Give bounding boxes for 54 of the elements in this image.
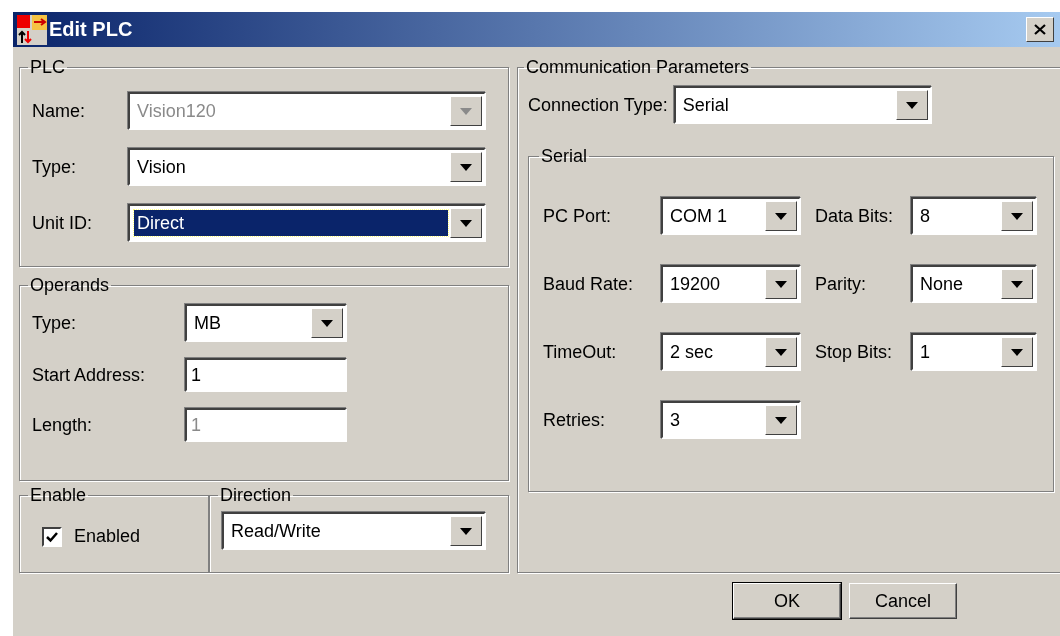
dropdown[interactable]: COM 1 — [661, 197, 801, 235]
caret-icon — [775, 280, 787, 288]
group-title: Communication Parameters — [525, 57, 751, 78]
dropdown[interactable]: None — [911, 265, 1037, 303]
field-label: Connection Type: — [528, 94, 668, 116]
dropdown[interactable]: 8 — [911, 197, 1037, 235]
field-label: Data Bits: — [815, 205, 895, 227]
caret-icon — [321, 319, 333, 327]
field-label: Retries: — [543, 409, 606, 431]
caret-icon — [460, 527, 472, 535]
caret-icon — [460, 107, 472, 115]
field-label: TimeOut: — [543, 341, 618, 363]
dropdown[interactable]: Direct — [128, 204, 486, 242]
close-button[interactable] — [1026, 17, 1054, 42]
caret-icon — [775, 416, 787, 424]
window-title: Edit PLC — [49, 18, 134, 41]
caret-icon — [775, 212, 787, 220]
field-label: PC Port: — [543, 205, 613, 227]
caret-icon — [460, 219, 472, 227]
checkbox[interactable] — [42, 526, 62, 547]
caret-icon — [460, 163, 472, 171]
caret-icon — [775, 348, 787, 356]
group-title: PLC — [29, 57, 66, 78]
field-label: Type: — [32, 312, 78, 334]
caret-icon — [1011, 280, 1023, 288]
group-title: Operands — [29, 275, 111, 296]
text-field[interactable]: 1 — [185, 358, 347, 392]
caret-icon — [1011, 348, 1023, 356]
group-title: Direction — [219, 485, 293, 506]
dropdown[interactable]: 1 — [911, 333, 1037, 371]
field-label: Start Address: — [32, 364, 147, 386]
dropdown[interactable]: 19200 — [661, 265, 801, 303]
group-title: Enable — [29, 485, 88, 506]
dropdown[interactable]: 3 — [661, 401, 801, 439]
dialog-button[interactable]: OK — [733, 583, 841, 619]
group-title: Serial — [540, 146, 589, 167]
field-label: Unit ID: — [32, 212, 93, 234]
dropdown[interactable]: MB — [185, 304, 347, 342]
field-label: Name: — [32, 100, 86, 122]
dialog-button[interactable]: Cancel — [849, 583, 957, 619]
close-icon — [1034, 24, 1046, 35]
caret-icon — [905, 101, 918, 109]
field-label: Stop Bits: — [815, 341, 894, 363]
caret-icon — [1011, 212, 1023, 220]
checkbox-label: Enabled — [74, 526, 141, 547]
field-label: Type: — [32, 156, 78, 178]
app-icon — [17, 14, 47, 45]
dropdown[interactable]: Vision — [128, 148, 486, 186]
field-label: Parity: — [815, 273, 867, 295]
dropdown[interactable]: 2 sec — [661, 333, 801, 371]
dropdown[interactable]: Serial — [673, 86, 932, 124]
dropdown[interactable]: Read/Write — [222, 512, 486, 550]
field-label: Baud Rate: — [543, 273, 635, 295]
field-label: Length: — [32, 414, 94, 436]
